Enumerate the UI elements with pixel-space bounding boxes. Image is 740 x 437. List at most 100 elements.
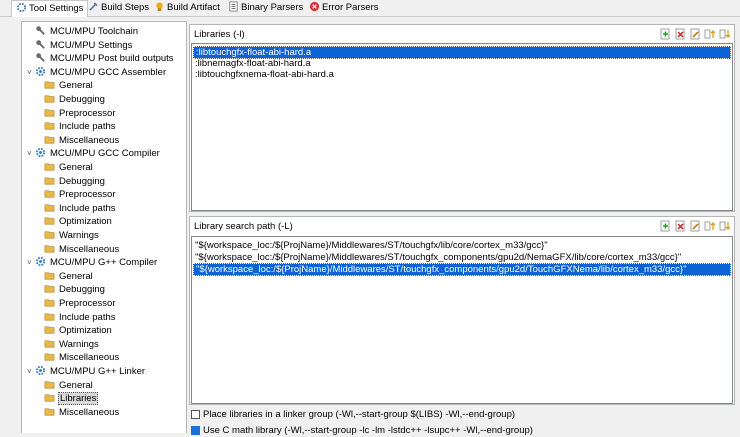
- tree-item-mcu-mpu-gcc-compiler[interactable]: ˅ MCU/MPU GCC Compiler: [27, 147, 161, 160]
- list-item[interactable]: "${workspace_loc:/${ProjName}/Middleware…: [193, 240, 731, 251]
- add-button[interactable]: [659, 220, 671, 232]
- tree-item-label: Preprocessor: [59, 298, 116, 309]
- tree-item-label: Optimization: [59, 216, 112, 228]
- edit-button[interactable]: [689, 28, 701, 40]
- move-down-icon: [719, 221, 731, 231]
- tree-item-mcu-mpu-g-linker[interactable]: ˅ MCU/MPU G++ Linker: [27, 365, 146, 378]
- tree-item-optimization[interactable]: Optimization: [44, 324, 113, 337]
- tree-item-label: MCU/MPU G++ Linker: [50, 366, 146, 377]
- tab-label: Tool Settings: [29, 3, 84, 14]
- tree-item-libraries[interactable]: Libraries: [44, 392, 99, 406]
- tree-item-label: General: [59, 162, 93, 173]
- c-math-library-option[interactable]: Use C math library (-Wl,--start-group -l…: [191, 424, 533, 437]
- tree-item-label: General: [59, 80, 93, 92]
- tree-item-general[interactable]: General: [44, 79, 94, 92]
- move-up-button[interactable]: [704, 28, 716, 40]
- tree-item-debugging[interactable]: Debugging: [44, 175, 106, 188]
- tree-item-label: MCU/MPU GCC Compiler: [50, 148, 160, 160]
- tab-tool-settings[interactable]: Tool Settings: [11, 0, 89, 17]
- tree-item-label: Debugging: [59, 175, 105, 187]
- tree-item-general[interactable]: General: [44, 161, 94, 174]
- edit-icon: [690, 220, 700, 232]
- tree-item-label: Warnings: [59, 338, 99, 350]
- tree-item-label: Debugging: [59, 94, 105, 105]
- tab-label: Binary Parsers: [241, 2, 304, 13]
- tree-item-debugging[interactable]: Debugging: [44, 283, 106, 296]
- tree-item-include-paths[interactable]: Include paths: [44, 311, 117, 324]
- move-down-button[interactable]: [719, 28, 731, 40]
- tab-build-steps[interactable]: Build Steps: [84, 0, 153, 15]
- expand-chevron-icon[interactable]: ˅: [27, 256, 35, 269]
- tree-item-label: MCU/MPU Post build outputs: [50, 53, 174, 65]
- expand-chevron-icon[interactable]: ˅: [27, 147, 35, 160]
- libraries-list[interactable]: :libtouchgfx-float-abi-hard.a:libnemagfx…: [191, 43, 733, 211]
- tree-item-label: Preprocessor: [59, 107, 116, 119]
- delete-button[interactable]: [674, 220, 686, 232]
- move-up-button[interactable]: [704, 220, 716, 232]
- tree-item-preprocessor[interactable]: Preprocessor: [44, 107, 117, 120]
- move-down-icon: [719, 29, 731, 39]
- tree-item-miscellaneous[interactable]: Miscellaneous: [44, 406, 120, 419]
- move-up-icon: [704, 221, 716, 231]
- binary-parsers-icon: [228, 1, 239, 12]
- tree-item-label: Include paths: [59, 311, 116, 323]
- library-search-path-title: Library search path (-L): [194, 221, 293, 232]
- tool-settings-icon: [16, 2, 27, 13]
- tree-item-label: MCU/MPU GCC Assembler: [50, 66, 167, 78]
- tree-item-label: Warnings: [59, 230, 99, 241]
- tree-item-preprocessor[interactable]: Preprocessor: [44, 188, 117, 201]
- tree-item-debugging[interactable]: Debugging: [44, 93, 106, 106]
- tree-item-warnings[interactable]: Warnings: [44, 338, 100, 351]
- tree-item-label: Miscellaneous: [59, 243, 120, 255]
- tree-item-label: MCU/MPU Settings: [50, 39, 133, 51]
- tree-item-miscellaneous[interactable]: Miscellaneous: [44, 351, 120, 364]
- tree-item-miscellaneous[interactable]: Miscellaneous: [44, 134, 120, 147]
- add-icon: [660, 220, 670, 232]
- tab-error-parsers[interactable]: Error Parsers: [305, 0, 382, 15]
- tree-item-general[interactable]: General: [44, 270, 94, 283]
- tree-item-label: Include paths: [59, 121, 116, 133]
- tab-build-artifact[interactable]: Build Artifact: [150, 0, 224, 15]
- list-item[interactable]: :libtouchgfxnema-float-abi-hard.a: [193, 69, 731, 80]
- add-button[interactable]: [659, 28, 671, 40]
- edit-button[interactable]: [689, 220, 701, 232]
- tree-item-mcu-mpu-gcc-assembler[interactable]: ˅ MCU/MPU GCC Assembler: [27, 66, 167, 79]
- linker-group-checkbox[interactable]: [191, 410, 200, 419]
- folder-icon: [44, 406, 55, 421]
- tree-item-include-paths[interactable]: Include paths: [44, 202, 117, 215]
- tree-item-mcu-mpu-settings[interactable]: MCU/MPU Settings: [27, 39, 133, 52]
- library-search-path-list[interactable]: "${workspace_loc:/${ProjName}/Middleware…: [191, 236, 733, 404]
- libraries-toolbar: [656, 28, 731, 40]
- list-item[interactable]: "${workspace_loc:/${ProjName}/Middleware…: [193, 263, 731, 276]
- delete-button[interactable]: [674, 28, 686, 40]
- tree-item-include-paths[interactable]: Include paths: [44, 120, 117, 133]
- c-math-library-checkbox[interactable]: [191, 426, 200, 435]
- tree-item-warnings[interactable]: Warnings: [44, 229, 100, 242]
- add-icon: [660, 28, 670, 40]
- move-down-button[interactable]: [719, 220, 731, 232]
- tree-item-label: General: [59, 270, 93, 282]
- tool-settings-tree[interactable]: MCU/MPU Toolchain MCU/MPU Settings MCU/MPU…: [21, 21, 187, 433]
- tree-item-label: Miscellaneous: [59, 134, 120, 146]
- list-item[interactable]: "${workspace_loc:/${ProjName}/Middleware…: [193, 252, 731, 263]
- libraries-section: Libraries (-l) :libtouchgfx-float-abi-ha…: [189, 24, 735, 212]
- tree-item-label: Include paths: [59, 202, 116, 214]
- tree-item-mcu-mpu-post-build-outputs[interactable]: MCU/MPU Post build outputs: [27, 52, 175, 65]
- tree-item-label: Preprocessor: [59, 189, 116, 201]
- tree-item-preprocessor[interactable]: Preprocessor: [44, 297, 117, 310]
- tree-item-label: MCU/MPU Toolchain: [50, 26, 138, 37]
- list-item[interactable]: :libnemagfx-float-abi-hard.a: [193, 58, 731, 69]
- delete-icon: [675, 220, 685, 232]
- tree-item-miscellaneous[interactable]: Miscellaneous: [44, 243, 120, 256]
- tab-binary-parsers[interactable]: Binary Parsers: [224, 0, 307, 15]
- build-artifact-icon: [154, 1, 165, 12]
- tree-item-optimization[interactable]: Optimization: [44, 215, 113, 228]
- expand-chevron-icon[interactable]: ˅: [27, 66, 35, 79]
- libraries-title: Libraries (-l): [194, 29, 245, 40]
- expand-chevron-icon[interactable]: ˅: [27, 365, 35, 378]
- tree-item-label: General: [59, 379, 93, 391]
- tree-item-general[interactable]: General: [44, 379, 94, 392]
- linker-group-option[interactable]: Place libraries in a linker group (-Wl,-…: [191, 408, 515, 421]
- tree-item-mcu-mpu-toolchain[interactable]: MCU/MPU Toolchain: [27, 25, 139, 38]
- tree-item-mcu-mpu-g-compiler[interactable]: ˅ MCU/MPU G++ Compiler: [27, 256, 158, 269]
